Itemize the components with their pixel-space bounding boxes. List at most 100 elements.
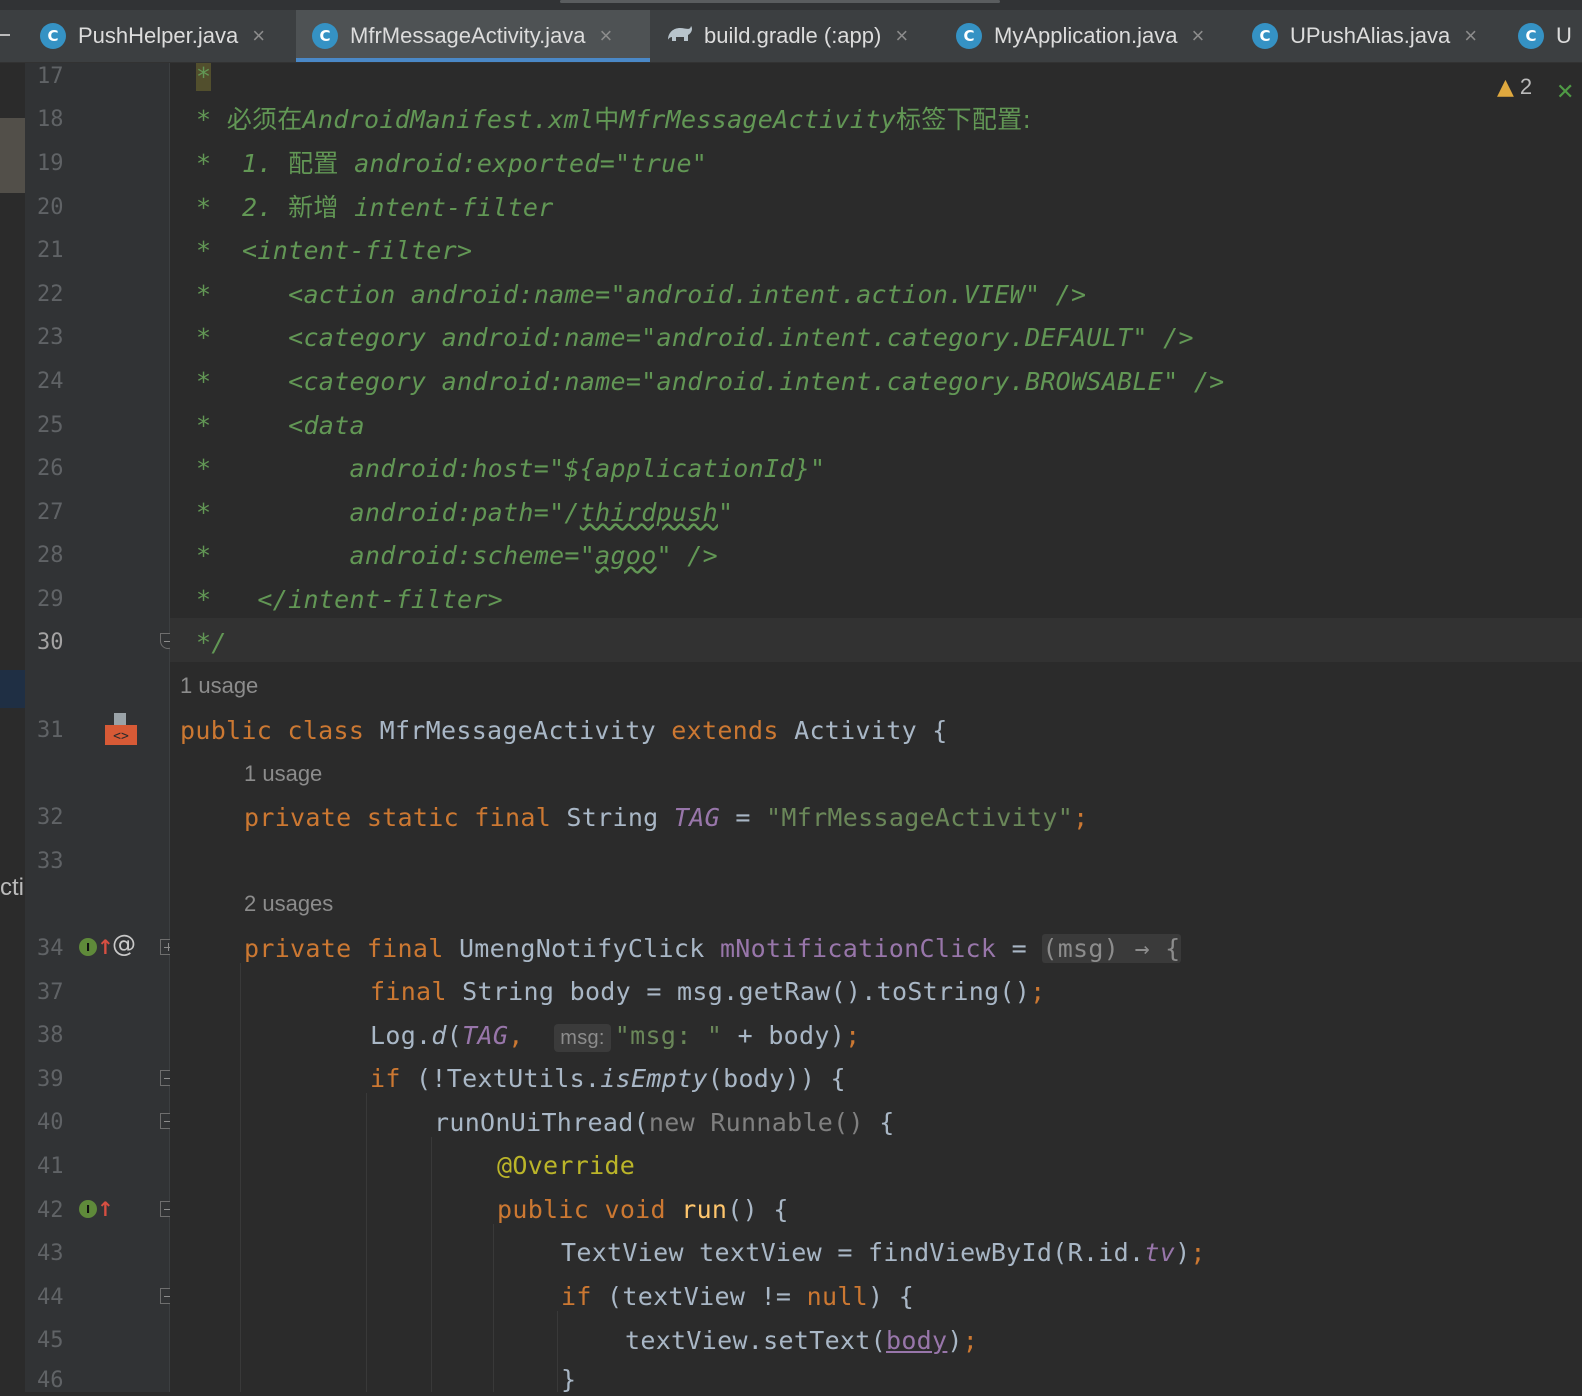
code-line-23: * <category android:name="android.intent… xyxy=(196,323,1194,352)
code-line-24: * <category android:name="android.intent… xyxy=(196,367,1225,396)
tab-build-gradle[interactable]: build.gradle (:app) × xyxy=(664,10,908,62)
code-line-40: runOnUiThread(new Runnable() { xyxy=(434,1108,895,1137)
tab-mfrmessageactivity[interactable]: C MfrMessageActivity.java × xyxy=(296,10,650,62)
line-number: 32 xyxy=(37,805,64,830)
tab-label: build.gradle (:app) xyxy=(704,23,882,48)
implements-gutter-icon[interactable]: I ↑ xyxy=(79,1197,114,1221)
line-number: 42 xyxy=(37,1198,64,1223)
line-number: 17 xyxy=(37,64,64,89)
warning-icon: ▲ xyxy=(1497,74,1514,100)
change-marker[interactable] xyxy=(0,118,25,193)
line-number: 40 xyxy=(37,1110,64,1135)
code-line-46: } xyxy=(561,1365,577,1392)
usage-hint[interactable]: 1 usage xyxy=(244,760,322,788)
tab-scrollbar-thumb[interactable] xyxy=(560,0,1000,3)
usage-hint[interactable]: 1 usage xyxy=(180,672,258,700)
current-line-highlight xyxy=(170,618,1582,662)
line-number: 21 xyxy=(37,238,64,263)
line-number: 33 xyxy=(37,849,64,874)
class-icon: C xyxy=(312,23,338,49)
code-line-18: * 必须在AndroidManifest.xml中MfrMessageActiv… xyxy=(196,105,1032,134)
tab-truncated[interactable]: C U xyxy=(1518,10,1572,62)
check-icon[interactable]: ✕ xyxy=(1556,80,1574,105)
code-line-26: * android:host="${applicationId}" xyxy=(196,454,826,483)
line-number: 34 xyxy=(37,936,64,961)
tab-label: UPushAlias.java xyxy=(1290,23,1451,48)
line-number: 25 xyxy=(37,413,64,438)
xml-layout-icon[interactable]: <> xyxy=(104,712,138,750)
tab-label: MfrMessageActivity.java xyxy=(350,23,586,48)
code-line-27: * android:path="/thirdpush" xyxy=(196,498,734,527)
spelling-typo: agoo xyxy=(595,541,657,570)
usage-hint[interactable]: 2 usages xyxy=(244,890,333,918)
inspection-widget[interactable]: ▲ 2 xyxy=(1497,74,1532,100)
line-number: 18 xyxy=(37,107,64,132)
interface-implementation-icon: I xyxy=(79,938,97,956)
line-number: 23 xyxy=(37,325,64,350)
code-line-29: * </intent-filter> xyxy=(196,585,504,614)
close-icon[interactable]: × xyxy=(252,23,265,49)
code-line-25: * <data xyxy=(196,411,365,440)
code-line-38: Log.d(TAG, msg: "msg: " + body); xyxy=(370,1021,861,1052)
spelling-typo: thirdpush xyxy=(579,498,718,527)
code-line-39: if (!TextUtils.isEmpty(body)) { xyxy=(370,1064,846,1093)
code-line-42: public void run() { xyxy=(497,1195,789,1224)
warning-count: 2 xyxy=(1519,74,1533,99)
line-number: 20 xyxy=(37,195,64,220)
line-number: 28 xyxy=(37,543,64,568)
line-number: 43 xyxy=(37,1241,64,1266)
line-number-current: 30 xyxy=(37,630,64,655)
close-icon[interactable]: × xyxy=(1464,23,1477,49)
tab-overflow-indicator[interactable] xyxy=(0,34,10,36)
code-line-37: final String body = msg.getRaw().toStrin… xyxy=(370,977,1046,1006)
line-number: 29 xyxy=(37,587,64,612)
close-icon[interactable]: × xyxy=(895,23,908,49)
selection-marker xyxy=(0,670,25,708)
close-icon[interactable]: × xyxy=(600,23,613,49)
at-annotation-icon[interactable]: @ xyxy=(112,930,136,958)
line-number: 31 xyxy=(37,718,64,743)
tab-upushalias[interactable]: C UPushAlias.java × xyxy=(1252,10,1477,62)
side-panel-fragment: cti xyxy=(0,874,24,901)
code-line-32: private static final String TAG = "MfrMe… xyxy=(244,803,1089,832)
class-icon: C xyxy=(1518,23,1544,49)
code-line-31: public class MfrMessageActivity extends … xyxy=(180,716,948,745)
code-line-45: textView.setText(body); xyxy=(625,1326,979,1355)
interface-implementation-icon: I xyxy=(79,1200,97,1218)
editor-tab-bar: C PushHelper.java × C MfrMessageActivity… xyxy=(0,0,1582,63)
folded-lambda[interactable]: (msg) → { xyxy=(1042,934,1181,963)
code-line-43: TextView textView = findViewById(R.id.tv… xyxy=(561,1238,1206,1267)
line-number: 26 xyxy=(37,456,64,481)
tab-label: U xyxy=(1556,23,1572,48)
tab-myapplication[interactable]: C MyApplication.java × xyxy=(956,10,1204,62)
parameter-hint: msg: xyxy=(554,1024,611,1052)
code-line-22: * <action android:name="android.intent.a… xyxy=(196,280,1087,309)
code-editor[interactable]: * * 必须在AndroidManifest.xml中MfrMessageAct… xyxy=(170,63,1582,1392)
tab-label: MyApplication.java xyxy=(994,23,1178,48)
line-number: 38 xyxy=(37,1023,64,1048)
active-tab-indicator xyxy=(296,58,650,62)
code-line-17: * xyxy=(196,63,212,91)
code-line-34: private final UmengNotifyClick mNotifica… xyxy=(244,934,1181,963)
class-icon: C xyxy=(1252,23,1278,49)
line-number: 24 xyxy=(37,369,64,394)
code-line-21: * <intent-filter> xyxy=(196,236,473,265)
code-line-41: @Override xyxy=(497,1151,636,1180)
line-number: 37 xyxy=(37,980,64,1005)
tab-pushhelper[interactable]: C PushHelper.java × xyxy=(40,10,265,62)
code-line-44: if (textView != null) { xyxy=(561,1282,915,1311)
implements-gutter-icon[interactable]: I ↑ xyxy=(79,935,114,959)
line-number: 45 xyxy=(37,1328,64,1353)
line-number: 27 xyxy=(37,500,64,525)
close-icon[interactable]: × xyxy=(1191,23,1204,49)
indent-guide xyxy=(366,1093,367,1392)
svg-text:<>: <> xyxy=(113,729,129,744)
line-number: 39 xyxy=(37,1067,64,1092)
code-line-28: * android:scheme="agoo" /> xyxy=(196,541,718,570)
tab-label: PushHelper.java xyxy=(78,23,239,48)
gradle-icon xyxy=(664,22,694,50)
indent-guide xyxy=(431,1137,432,1392)
line-number: 44 xyxy=(37,1285,64,1310)
code-line-20: * 2. 新增 intent-filter xyxy=(196,193,554,222)
class-icon: C xyxy=(956,23,982,49)
